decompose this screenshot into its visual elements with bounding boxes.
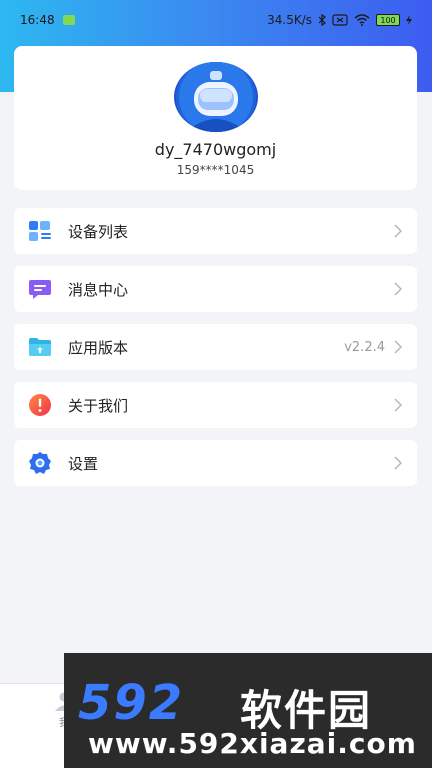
- chevron-right-icon: [394, 456, 403, 470]
- menu-item-device-list[interactable]: 设备列表: [14, 208, 417, 254]
- notification-icon: [62, 15, 75, 25]
- menu-label-app-version: 应用版本: [68, 338, 129, 357]
- chevron-right-icon: [394, 398, 403, 412]
- wifi-icon: [354, 14, 370, 26]
- menu-item-message-center[interactable]: 消息中心: [14, 266, 417, 312]
- info-icon: [28, 393, 52, 417]
- astronaut-avatar-icon: [175, 62, 256, 132]
- watermark-number: 592: [78, 675, 185, 731]
- menu-item-settings[interactable]: 设置: [14, 440, 417, 486]
- menu-right: [385, 456, 403, 470]
- username: dy_7470wgomj: [154, 140, 277, 159]
- chevron-right-icon: [394, 282, 403, 296]
- chevron-right-icon: [394, 340, 403, 354]
- phone-number: 159****1045: [176, 163, 255, 177]
- watermark-url: www.592xiazai.com: [88, 727, 417, 760]
- menu-right: [385, 398, 403, 412]
- menu-item-app-version[interactable]: 应用版本 v2.2.4: [14, 324, 417, 370]
- menu-right: [385, 224, 403, 238]
- message-icon: [28, 277, 52, 301]
- status-left: 16:48: [20, 13, 75, 27]
- status-right: 34.5K/s 100: [267, 13, 412, 27]
- menu-label-about-us: 关于我们: [68, 396, 129, 415]
- chevron-right-icon: [394, 224, 403, 238]
- no-sim-icon: [332, 14, 348, 26]
- avatar[interactable]: [173, 62, 258, 132]
- menu-right: v2.2.4: [344, 340, 403, 355]
- app-version-value: v2.2.4: [344, 339, 385, 355]
- menu-item-about-us[interactable]: 关于我们: [14, 382, 417, 428]
- charging-icon: [406, 15, 412, 25]
- menu-label-message-center: 消息中心: [68, 280, 129, 299]
- folder-icon: [28, 335, 52, 359]
- device-list-icon: [28, 219, 52, 243]
- status-bar: 16:48 34.5K/s 100: [0, 0, 432, 40]
- watermark-banner: 592 软件园 www.592xiazai.com: [64, 653, 432, 768]
- menu-label-device-list: 设备列表: [68, 222, 129, 241]
- battery-icon: 100: [376, 14, 400, 26]
- network-speed: 34.5K/s: [267, 13, 312, 27]
- profile-card[interactable]: dy_7470wgomj 159****1045: [14, 46, 417, 190]
- menu-right: [385, 282, 403, 296]
- bluetooth-icon: [318, 14, 326, 26]
- gear-icon: [28, 451, 52, 475]
- menu-label-settings: 设置: [68, 454, 99, 473]
- status-time: 16:48: [20, 13, 55, 27]
